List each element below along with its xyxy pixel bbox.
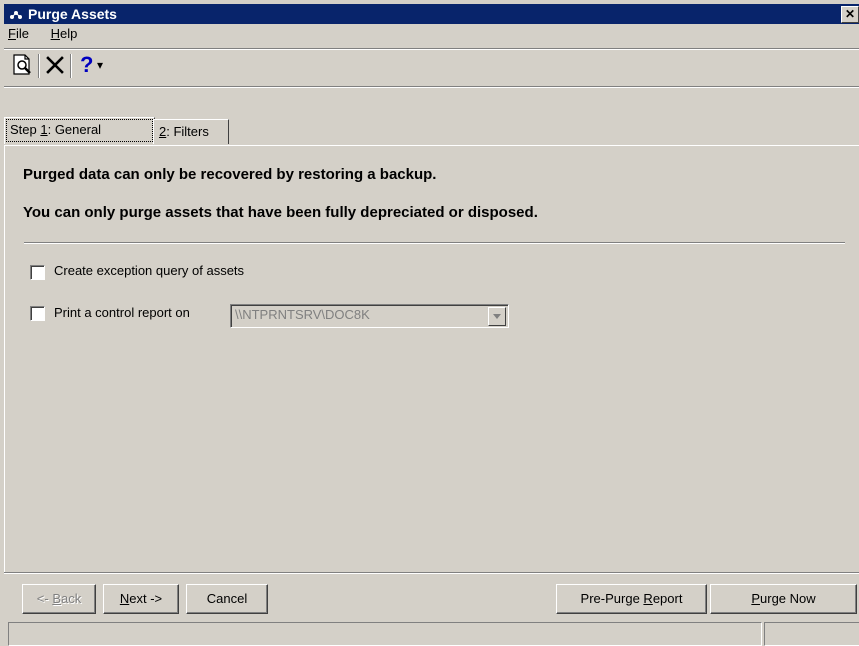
close-button[interactable]: ✕ (841, 6, 859, 23)
warning-depreciated-assets: You can only purge assets that have been… (23, 204, 538, 221)
toolbar-separator (4, 86, 859, 88)
chevron-down-icon (493, 314, 501, 319)
delete-icon (46, 56, 64, 74)
close-icon: ✕ (844, 7, 856, 21)
button-bar-separator (4, 572, 859, 574)
tab-filters[interactable]: 2: Filters (153, 119, 229, 144)
menu-bar: File Help (8, 26, 95, 46)
section-divider (24, 242, 845, 244)
menu-help[interactable]: Help (51, 26, 87, 41)
help-button[interactable]: ? ▾ (76, 52, 110, 78)
delete-button[interactable] (42, 52, 68, 78)
status-pane-secondary (764, 622, 859, 646)
toolbar-divider (38, 54, 40, 78)
exception-query-label[interactable]: Create exception query of assets (54, 263, 244, 278)
purge-now-button[interactable]: Purge Now (710, 584, 857, 614)
back-button[interactable]: <- Back (22, 584, 96, 614)
pre-purge-report-button[interactable]: Pre-Purge Report (556, 584, 707, 614)
printer-select-value: \\NTPRNTSRV\DOC8K (235, 307, 370, 322)
help-icon: ? (80, 52, 94, 77)
control-report-label[interactable]: Print a control report on (54, 305, 190, 320)
printer-select[interactable]: \\NTPRNTSRV\DOC8K (230, 304, 509, 328)
printer-select-arrow[interactable] (488, 307, 506, 326)
exception-query-checkbox[interactable] (30, 265, 45, 280)
menu-file[interactable]: File (8, 26, 38, 41)
menu-separator (4, 48, 859, 50)
app-icon (10, 11, 22, 19)
cancel-button[interactable]: Cancel (186, 584, 268, 614)
status-pane-main (8, 622, 762, 646)
title-bar[interactable]: Purge Assets ✕ (4, 4, 859, 24)
purge-assets-window: Purge Assets ✕ File Help ? ▾ Step 1: Gen… (0, 0, 859, 646)
toolbar-divider (70, 54, 72, 78)
print-preview-button[interactable] (10, 52, 36, 78)
tab-general[interactable]: Step 1: General (4, 117, 155, 144)
warning-restore-backup: Purged data can only be recovered by res… (23, 166, 437, 183)
dropdown-arrow-icon: ▾ (97, 58, 104, 72)
print-preview-icon (13, 54, 31, 75)
status-bar (8, 622, 859, 646)
next-button[interactable]: Next -> (103, 584, 179, 614)
window-title: Purge Assets (28, 6, 117, 22)
control-report-checkbox[interactable] (30, 306, 45, 321)
